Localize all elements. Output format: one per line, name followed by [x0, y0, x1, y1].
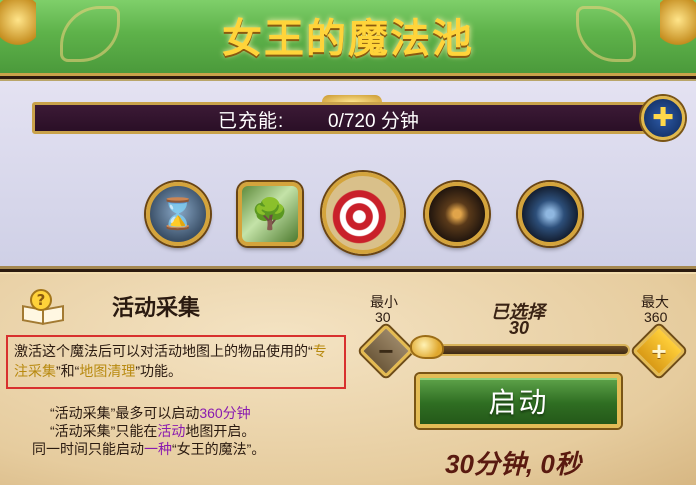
plus-icon[interactable]: + — [640, 332, 678, 370]
desc-prefix: 激活这个魔法后可以对活动地图上的物品使用的 — [14, 343, 308, 359]
skill-name: 活动采集 — [112, 295, 201, 320]
info-line2-highlight: 活动 — [157, 423, 186, 439]
help-book-icon[interactable]: ? — [20, 289, 66, 327]
info-line3-suffix: “女王的魔法”。 — [172, 441, 266, 457]
golden-swirl-icon — [429, 186, 485, 242]
slider-handle[interactable] — [410, 335, 444, 359]
hourglass-orb[interactable]: ⌛ — [146, 182, 210, 246]
golden-swirl-orb[interactable] — [425, 182, 489, 246]
info-line-max-duration: “活动采集”最多可以启动360分钟 — [50, 403, 251, 423]
info-line2-suffix: 地图开启。 — [185, 423, 256, 439]
duration-text: 30分钟, 0秒 — [445, 449, 581, 479]
skill-description: 激活这个魔法后可以对活动地图上的物品使用的“专注采集”和“地图清理”功能。 — [14, 341, 338, 381]
header-bar: 女王的魔法池 — [0, 0, 696, 76]
hourglass-icon: ⌛ — [159, 196, 197, 232]
blue-swirl-orb[interactable] — [518, 182, 582, 246]
cross-icon: ✚ — [652, 103, 674, 133]
target-orb-selected[interactable] — [322, 172, 404, 254]
slider-selected-value: 30 — [509, 318, 530, 338]
question-mark-icon: ? — [30, 289, 52, 311]
info-line2-text: “活动采集”只能在 — [50, 423, 158, 439]
forest-painting-orb[interactable]: 🌳 — [238, 182, 302, 246]
skill-description-box: 激活这个魔法后可以对活动地图上的物品使用的“专注采集”和“地图清理”功能。 — [6, 335, 346, 389]
info-line1-highlight: 360分钟 — [199, 405, 251, 421]
desc-highlight-clear: 地图清理 — [79, 363, 136, 379]
energy-value: 0/720 分钟 — [328, 111, 419, 132]
start-button-label: 启动 — [488, 387, 549, 418]
info-line3-text: 同一时间只能启动 — [32, 441, 144, 457]
info-line3-highlight: 一种 — [144, 441, 172, 457]
info-line1-text: “活动采集”最多可以启动 — [50, 405, 200, 421]
desc-mid: 和 — [60, 363, 75, 379]
blue-swirl-icon — [522, 186, 578, 242]
start-button[interactable]: 启动 — [416, 374, 621, 428]
info-line-one-at-a-time: 同一时间只能启动一种“女王的魔法”。 — [32, 439, 265, 459]
minus-icon[interactable]: − — [367, 332, 405, 370]
forest-painting-icon: 🌳 — [251, 196, 289, 232]
cross-shield-button[interactable]: ✚ — [641, 96, 685, 140]
info-line-map-only: “活动采集”只能在活动地图开启。 — [50, 421, 255, 441]
magic-pool-window: 女王的魔法池 已充能: 0/720 分钟 ✚ ⌛ 🌳 ? 活动采集 激活这个魔法… — [0, 0, 696, 485]
desc-suffix: 功能。 — [140, 363, 183, 379]
page-title: 女王的魔法池 — [222, 15, 474, 62]
slider-max-value: 360 — [644, 309, 668, 325]
energy-label: 已充能: — [218, 111, 285, 132]
target-mummy-icon — [326, 176, 400, 250]
slider-min-value: 30 — [375, 309, 391, 325]
